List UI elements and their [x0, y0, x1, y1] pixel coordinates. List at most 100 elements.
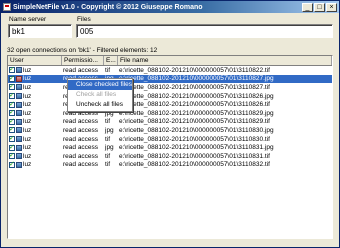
context-menu: Close checked files Check all files Unchec…: [67, 78, 133, 112]
window-controls: _ □ ×: [302, 2, 337, 12]
extension-cell: jpg: [105, 144, 114, 152]
table-row[interactable]: luzread access tif e:\ricette_088102-20121…: [8, 161, 332, 170]
close-button[interactable]: ×: [326, 2, 337, 12]
user-icon: [16, 118, 22, 125]
extension-cell: tif: [105, 161, 111, 169]
file-name-cell: e:\ricette_088102-201210\000000057\01\31…: [119, 152, 270, 160]
maximize-button[interactable]: □: [314, 2, 325, 12]
row-checkbox[interactable]: [9, 144, 15, 151]
user-icon: [16, 144, 22, 151]
extension-cell: jpg: [105, 126, 114, 134]
files-field[interactable]: 005: [76, 24, 333, 38]
user-name: luz: [23, 126, 32, 134]
user-cell: luz: [8, 75, 62, 82]
row-checkbox[interactable]: [9, 67, 15, 74]
table-body: luz read access tif e:\ricette_088102-20121…: [8, 66, 332, 169]
permission-cell: read access: [63, 161, 99, 169]
table-row[interactable]: luz read access tif e:\ricette_088102-20121…: [8, 66, 332, 75]
row-checkbox[interactable]: [9, 75, 15, 82]
row-checkbox[interactable]: [9, 93, 15, 100]
user-icon: [16, 93, 22, 100]
context-menu-item: Check all files: [76, 91, 117, 98]
permission-cell: read access: [63, 66, 99, 74]
minimize-button[interactable]: _: [302, 2, 313, 12]
file-name-cell: e:\ricette_088102-201210\000000057\01\31…: [119, 144, 274, 152]
user-cell: luz: [8, 101, 62, 108]
user-icon: [16, 153, 22, 160]
user-cell: luz: [8, 110, 62, 117]
extension-cell: tif: [105, 66, 111, 74]
window-title: SimpleNetFile v1.0 - Copyright © 2012 Gi…: [13, 3, 203, 11]
table-row[interactable]: luzread accessjpge:\ricette_088102-20121…: [8, 74, 332, 84]
user-cell: luz: [8, 161, 62, 168]
table-row[interactable]: luzread accessjpge:\ricette_088102-20121…: [8, 109, 332, 118]
row-checkbox[interactable]: [9, 84, 15, 91]
table-row[interactable]: luzread accesstife:\ricette_088102-20121…: [8, 83, 332, 92]
name-server-label: Name server: [9, 16, 47, 23]
row-checkbox[interactable]: [9, 161, 15, 168]
connections-table[interactable]: User Permissio... E... File name luz read…: [7, 55, 333, 239]
user-name: luz: [23, 135, 32, 143]
row-checkbox[interactable]: [9, 127, 15, 134]
user-name: luz: [23, 83, 32, 91]
user-name: luz: [23, 109, 32, 117]
user-name: luz: [23, 66, 32, 74]
user-cell: luz: [8, 84, 62, 91]
user-cell: luz: [8, 136, 62, 143]
user-name: luz: [23, 92, 32, 100]
context-menu-item[interactable]: Uncheck all files: [68, 100, 132, 110]
app-icon: [3, 3, 11, 11]
user-icon: [16, 127, 22, 134]
status-text: 32 open connections on 'bk1' - Filtered …: [7, 47, 158, 54]
file-name-cell: e:\ricette_088102-201210\000000057\01\31…: [119, 135, 270, 143]
context-menu-item[interactable]: Close checked files: [68, 80, 132, 90]
file-name-cell: e:\ricette_088102-201210\000000057\01\31…: [119, 92, 274, 100]
permission-cell: read access: [63, 152, 99, 160]
table-row[interactable]: luzread accessjpge:\ricette_088102-20121…: [8, 92, 332, 101]
column-header-file-name[interactable]: File name: [118, 56, 332, 65]
user-icon: [16, 67, 22, 74]
permission-cell: read access: [63, 126, 99, 134]
user-name: luz: [23, 75, 32, 83]
row-checkbox[interactable]: [9, 101, 15, 108]
files-label: Files: [77, 16, 91, 23]
file-name-cell: e:\ricette_088102-201210\000000057\01\31…: [119, 83, 270, 91]
user-cell: luz: [8, 144, 62, 151]
table-row[interactable]: luzread accesstife:\ricette_088102-20121…: [8, 100, 332, 109]
column-header-extension[interactable]: E...: [104, 56, 118, 65]
file-name-cell: e:\ricette_088102-201210\000000057\01\31…: [119, 66, 270, 74]
permission-cell: read access: [63, 144, 99, 152]
table-row[interactable]: luz read access tif e:\ricette_088102-20121…: [8, 152, 332, 161]
user-cell: luz: [8, 127, 62, 134]
user-icon: [16, 161, 22, 168]
permission-cell: read access: [63, 118, 99, 126]
file-name-cell: e:\ricette_088102-201210\000000057\01\31…: [119, 126, 274, 134]
table-row[interactable]: luzread accesstife:\ricette_088102-20121…: [8, 118, 332, 127]
user-icon: [16, 84, 22, 91]
app-window: SimpleNetFile v1.0 - Copyright © 2012 Gi…: [0, 0, 340, 248]
permission-cell: read access: [63, 135, 99, 143]
row-checkbox[interactable]: [9, 153, 15, 160]
user-cell: luz: [8, 118, 62, 125]
column-header-user[interactable]: User: [8, 56, 62, 65]
extension-cell: tif: [105, 152, 111, 160]
user-cell: luz: [8, 153, 62, 160]
user-icon: [16, 75, 22, 82]
file-name-cell: e:\ricette_088102-201210\000000057\01\31…: [119, 161, 270, 169]
title-bar[interactable]: SimpleNetFile v1.0 - Copyright © 2012 Gi…: [1, 1, 339, 13]
user-name: luz: [23, 152, 32, 160]
name-server-field[interactable]: bk1: [8, 24, 72, 38]
table-row[interactable]: luz read access jpg e:\ricette_088102-20121…: [8, 126, 332, 135]
row-checkbox[interactable]: [9, 110, 15, 117]
user-icon: [16, 110, 22, 117]
table-row[interactable]: luzread accesstife:\ricette_088102-20121…: [8, 135, 332, 144]
file-name-cell: e:\ricette_088102-201210\000000057\01\31…: [119, 75, 274, 83]
user-name: luz: [23, 144, 32, 152]
file-name-cell: e:\ricette_088102-201210\000000057\01\31…: [119, 101, 270, 109]
column-header-permission[interactable]: Permissio...: [62, 56, 104, 65]
row-checkbox[interactable]: [9, 136, 15, 143]
user-icon: [16, 101, 22, 108]
user-name: luz: [23, 101, 32, 109]
row-checkbox[interactable]: [9, 118, 15, 125]
table-row[interactable]: luz read access jpg e:\ricette_088102-20121…: [8, 143, 332, 152]
